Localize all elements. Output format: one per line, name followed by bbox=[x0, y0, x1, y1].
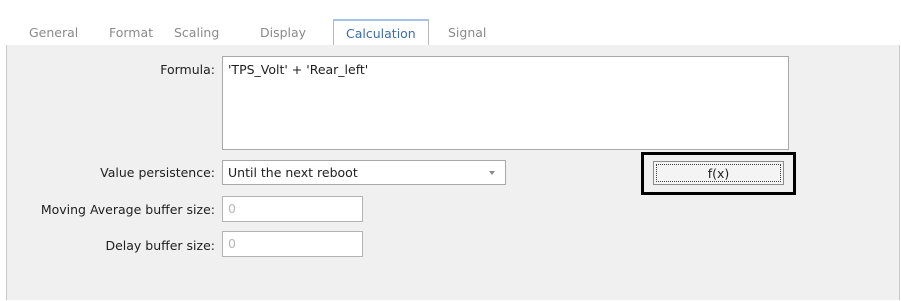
tab-format[interactable]: Format bbox=[109, 21, 153, 45]
value-persistence-selected: Until the next reboot bbox=[228, 165, 358, 180]
tab-display[interactable]: Display bbox=[260, 21, 306, 45]
calculation-properties-window: General Format Scaling Display Calculati… bbox=[0, 0, 901, 301]
fx-button-highlight: f(x) bbox=[641, 152, 796, 195]
value-persistence-label: Value persistence: bbox=[100, 165, 215, 180]
tab-signal[interactable]: Signal bbox=[448, 21, 486, 45]
tab-scaling[interactable]: Scaling bbox=[174, 21, 219, 45]
value-persistence-select[interactable]: Until the next reboot bbox=[222, 160, 506, 185]
moving-average-buffer-label: Moving Average buffer size: bbox=[40, 202, 215, 217]
formula-textarea[interactable]: 'TPS_Volt' + 'Rear_left' bbox=[222, 56, 789, 150]
tab-strip: General Format Scaling Display Calculati… bbox=[6, 10, 900, 46]
tab-general[interactable]: General bbox=[29, 21, 78, 45]
formula-label: Formula: bbox=[160, 62, 215, 77]
chevron-down-icon[interactable] bbox=[489, 171, 495, 175]
tab-calculation[interactable]: Calculation bbox=[333, 19, 429, 46]
moving-average-buffer-input[interactable]: 0 bbox=[222, 196, 363, 222]
fx-button-label: f(x) bbox=[656, 164, 781, 182]
fx-button[interactable]: f(x) bbox=[653, 161, 784, 185]
delay-buffer-label: Delay buffer size: bbox=[105, 238, 215, 253]
delay-buffer-input[interactable]: 0 bbox=[222, 231, 363, 257]
